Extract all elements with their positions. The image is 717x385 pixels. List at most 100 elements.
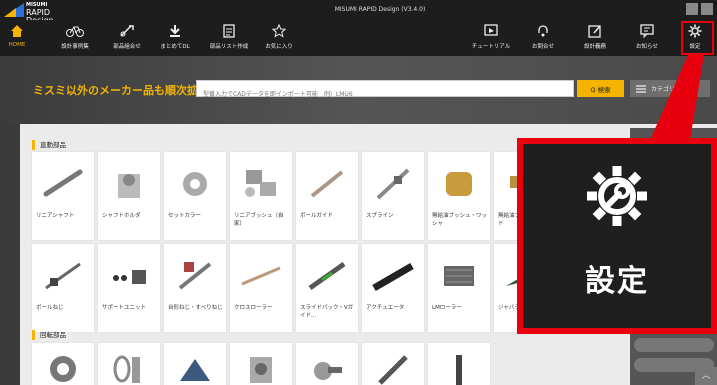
cross-roller-image [241,266,281,286]
toolbar-bulk-download[interactable]: まとめてDL [150,22,200,54]
bearing-holder-image [113,355,140,383]
app-logo: MISUMI RAPID Design [4,2,64,25]
toolbar-design-duty[interactable]: 設計義務 [570,22,620,54]
part-card[interactable]: LMローラー [428,244,490,332]
support-unit-image [113,270,146,284]
pillow-block-image [180,359,210,381]
rotary-shaft-image [378,355,408,385]
gear-wrench-icon [587,166,647,226]
part-name: スライドパック・Vガイド... [300,305,354,319]
bicycle-icon [66,26,84,37]
part-card[interactable] [164,343,226,385]
spline-image [376,168,410,200]
parts-list-icon [223,24,235,38]
part-name: リニアブッシュ（自家） [234,213,284,227]
notice-icon [640,24,654,38]
part-name: アクチュエータ [366,305,405,311]
toolbar-tutorial[interactable]: チュートリアル [466,22,516,54]
settings-highlight-box [681,21,714,55]
toolbar-inquiry[interactable]: お問合せ [518,22,568,54]
part-name: サポートユニット [102,305,147,311]
title-bar: MISUMI RAPID Design MISUMI RAPID Design … [0,0,717,25]
part-name: シャフトホルダ [102,213,141,219]
part-card[interactable]: アクチュエータ [362,244,424,332]
oilless-bushing-image [446,172,472,196]
part-name: スプライン [366,213,394,219]
set-collar-image [183,172,207,196]
toolbar-design-cases[interactable]: 設計事例集 [50,22,100,54]
part-card[interactable]: シャフトホルダ [98,152,160,240]
part-card[interactable]: クロスローラー [230,244,292,332]
toolbar-label: お気に入り [265,44,293,50]
part-card[interactable] [98,343,160,385]
part-card[interactable]: サポートユニット [98,244,160,332]
trapezoidal-screw-image [178,262,212,290]
star-icon [272,24,286,38]
search-button-label: Q 検索 [590,85,611,94]
toolbar-favorites[interactable]: お気に入り [254,22,304,54]
parts-combination-icon [120,25,134,37]
ball-guide-image [310,170,344,198]
section-title-linear: 直動部品 [32,140,66,150]
slide-pack-image [308,261,346,291]
category-search-label: カテゴリ検索 [651,86,688,93]
part-card[interactable] [362,343,424,385]
minimize-button[interactable] [686,3,698,15]
part-name: セットカラー [168,213,202,219]
main-toolbar: HOME 設計事例集 部品組合せ まとめてDL 部品リスト作成 お気に入り チュ… [0,20,717,56]
part-card[interactable]: ボールガイド [296,152,358,240]
part-name: ボールガイド [300,213,333,219]
part-name: 無給油ブッシュ・ワッシャ [432,213,488,227]
flange-unit-image [250,357,272,383]
home-icon [11,25,23,37]
toolbar-notice[interactable]: お知らせ [622,22,672,54]
part-name: LMローラー [432,305,462,311]
part-card[interactable]: スライドパック・Vガイド... [296,244,358,332]
part-card[interactable] [32,343,94,385]
logo-mark-icon [4,3,24,17]
toolbar-label: お問合せ [531,44,554,50]
toolbar-home[interactable]: HOME [0,22,34,54]
actuator-image [372,262,414,292]
slogan-text: ミスミ以外のメーカー品も順次拡大中 [33,84,220,97]
window-title: MISUMI RAPID Design (V3.4.0) [334,6,426,13]
lm-roller-image [444,266,474,286]
part-card[interactable]: ボールねじ [32,244,94,332]
toolbar-label: まとめてDL [160,44,190,50]
search-input[interactable] [197,87,573,102]
tutorial-icon [484,24,498,36]
download-icon [170,25,180,37]
menu-icon [636,84,646,93]
part-card[interactable]: 台形ねじ・すべりねじ [164,244,226,332]
scroll-top-button[interactable]: ︿ [695,367,717,385]
part-card[interactable]: リニアシャフト [32,152,94,240]
inquiry-icon [538,25,548,37]
shaft-holder-image [118,174,140,198]
search-button[interactable]: Q 検索 [577,80,624,97]
part-card[interactable] [230,343,292,385]
settings-callout: 設定 [517,138,717,334]
toolbar-label: 部品リスト作成 [209,44,249,50]
window-controls [686,3,713,15]
toolbar-label: お知らせ [636,44,658,50]
toolbar-label: チュートリアル [471,44,511,50]
part-card[interactable]: スプライン [362,152,424,240]
part-card[interactable]: セットカラー [164,152,226,240]
toolbar-label: 設計義務 [583,44,606,50]
toolbar-label: 設計事例集 [61,44,89,50]
part-card[interactable] [296,343,358,385]
maximize-button[interactable] [701,3,713,15]
toolbar-parts-list[interactable]: 部品リスト作成 [204,22,254,54]
linear-bushing-image [245,170,276,197]
rail-button[interactable] [634,338,714,352]
part-card[interactable] [428,343,490,385]
stepped-shaft-image [456,355,462,385]
category-search-button[interactable]: カテゴリ検索 [630,80,710,97]
part-card[interactable]: 無給油ブッシュ・ワッシャ [428,152,490,240]
part-card[interactable]: リニアブッシュ（自家） [230,152,292,240]
linear-shaft-image [43,169,83,197]
chevron-up-icon: ︿ [701,371,711,381]
search-field[interactable] [196,80,574,102]
toolbar-parts-combination[interactable]: 部品組合せ [102,22,152,54]
ball-screw-image [45,262,81,290]
